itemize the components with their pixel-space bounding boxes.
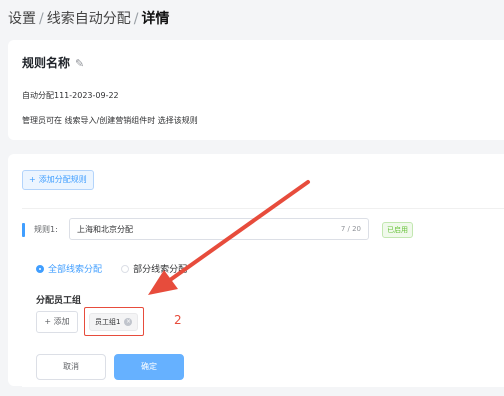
add-rule-label: 添加分配规则 xyxy=(38,175,87,184)
breadcrumb: 设置 / 线索自动分配 / 详情 xyxy=(8,9,169,29)
rule-id: 自动分配111-2023-09-22 xyxy=(22,91,119,100)
close-icon[interactable]: × xyxy=(124,318,133,326)
add-member-button[interactable]: + 添加 xyxy=(36,311,78,333)
radio-all-leads[interactable]: 全部线索分配 xyxy=(36,263,102,277)
rule-marker xyxy=(22,223,25,237)
confirm-button[interactable]: 确定 xyxy=(114,354,184,380)
plus-icon: + xyxy=(29,175,36,184)
rule-name-input[interactable]: 上海和北京分配 7 / 20 xyxy=(69,218,369,240)
breadcrumb-separator: / xyxy=(39,11,44,27)
add-rule-button[interactable]: + 添加分配规则 xyxy=(22,170,94,190)
employee-group-tag[interactable]: 员工组1 × xyxy=(89,313,139,331)
breadcrumb-item-detail: 详情 xyxy=(141,11,170,27)
rule-title: 规则名称 ✎ xyxy=(22,54,84,71)
status-badge: 已启用 xyxy=(382,222,413,238)
plus-icon: + xyxy=(44,317,54,326)
radio-partial-leads-label: 部分线索分配 xyxy=(133,265,188,275)
rule-panel: 规则1: 上海和北京分配 7 / 20 已启用 全部线索分配 部分线索分配 分配… xyxy=(22,208,504,387)
radio-checked-icon xyxy=(36,264,44,273)
rule-name-value: 上海和北京分配 xyxy=(77,225,133,234)
radio-all-leads-label: 全部线索分配 xyxy=(48,265,103,275)
rule-title-text: 规则名称 xyxy=(22,56,71,70)
radio-partial-leads[interactable]: 部分线索分配 xyxy=(121,263,187,277)
rule-description: 管理员可在 线索导入/创建营销组件时 选择该规则 xyxy=(22,116,198,125)
breadcrumb-separator: / xyxy=(133,11,139,27)
breadcrumb-item-auto-assign[interactable]: 线索自动分配 xyxy=(47,11,131,27)
annotation-number: 2 xyxy=(174,313,182,327)
assign-mode-radio-group: 全部线索分配 部分线索分配 xyxy=(36,257,201,275)
char-count: 7 / 20 xyxy=(340,225,361,233)
edit-icon[interactable]: ✎ xyxy=(75,57,84,70)
rule-label: 规则1: xyxy=(34,225,58,234)
group-label: 分配员工组 xyxy=(36,296,82,306)
add-member-label: 添加 xyxy=(53,317,70,326)
cancel-button[interactable]: 取消 xyxy=(36,354,106,380)
radio-unchecked-icon xyxy=(121,264,130,273)
breadcrumb-item-settings[interactable]: 设置 xyxy=(8,11,36,27)
rule-info-card: 规则名称 ✎ 自动分配111-2023-09-22 管理员可在 线索导入/创建营销… xyxy=(8,40,504,140)
tag-label: 员工组1 xyxy=(95,318,121,326)
rule-config-card: + 添加分配规则 规则1: 上海和北京分配 7 / 20 已启用 全部线索分配 部… xyxy=(8,154,504,387)
